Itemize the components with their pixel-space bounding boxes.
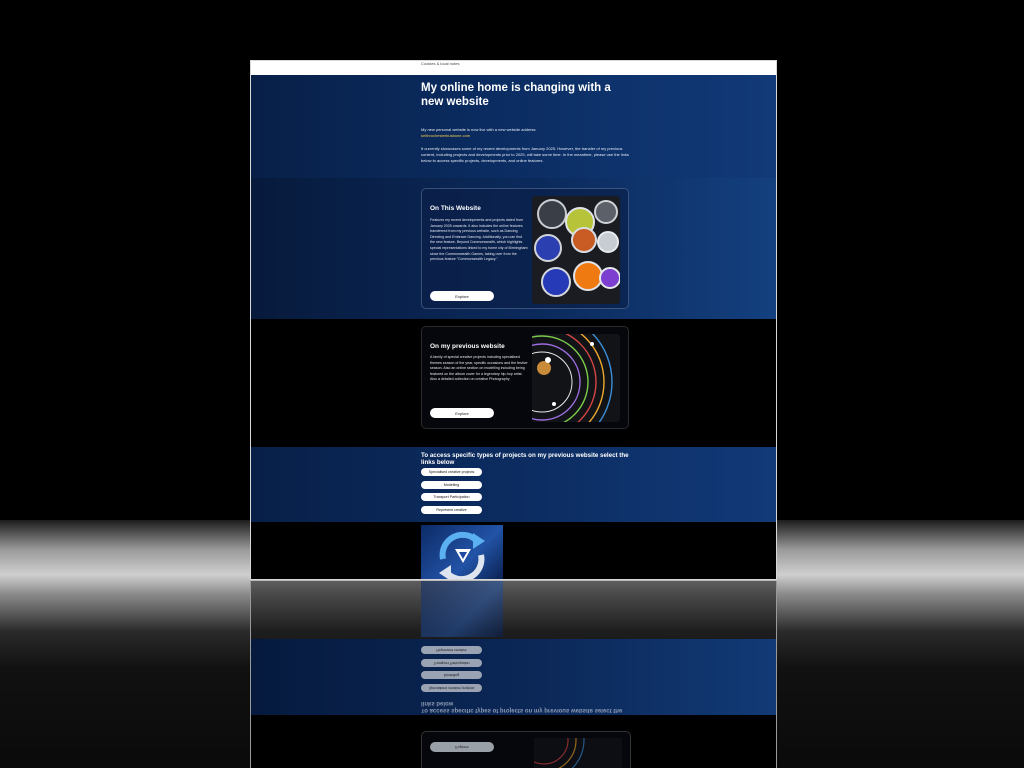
new-website-link[interactable]: keithrochesterbusbone.com (421, 133, 470, 138)
card-title: On This Website (430, 205, 481, 212)
links-heading: To access specific types of projects on … (421, 452, 629, 466)
explore-button[interactable]: Explore (430, 408, 494, 418)
reflection-explore-button: Explore (430, 742, 494, 752)
card-description: Features my recent developments and proj… (430, 218, 528, 262)
paint-pots-image (532, 196, 620, 304)
hero-body: It currently showcases some of my recent… (421, 146, 629, 163)
links-band: To access specific types of projects on … (251, 447, 776, 522)
hero-section: My online home is changing with a new we… (251, 75, 776, 178)
circular-timeline-image (532, 334, 620, 422)
page-reflection: Represent creative Transport Participati… (250, 581, 777, 768)
reflection-pill: Transport Participation (421, 659, 482, 667)
link-modelling[interactable]: Modelling (421, 481, 482, 489)
cookie-text[interactable]: Cookies & local notes (421, 61, 459, 66)
refresh-cycle-logo-icon (421, 525, 503, 579)
card-title: On my previous website (430, 343, 505, 350)
reflection-pill: Represent creative (421, 646, 482, 654)
reflection-card: Explore (421, 699, 631, 768)
reflection-pill: Modelling (421, 671, 482, 679)
page-title: My online home is changing with a new we… (421, 82, 611, 108)
link-represent-creative[interactable]: Represent creative (421, 506, 482, 514)
card-description: A family of special creative projects in… (430, 355, 528, 382)
logo-band (251, 522, 776, 579)
circular-timeline-image (503, 699, 622, 768)
explore-button[interactable]: Explore (430, 291, 494, 301)
reflection-pill: Specialised creative projects (421, 684, 482, 692)
card-on-this-website: On This Website Features my recent devel… (421, 188, 629, 309)
reflection-band (251, 581, 776, 639)
cookie-bar: Cookies & local notes (251, 61, 776, 75)
link-transport-participation[interactable]: Transport Participation (421, 493, 482, 501)
refresh-cycle-logo-icon (421, 581, 503, 637)
link-specialised-creative-projects[interactable]: Specialised creative projects (421, 468, 482, 476)
reflection-heading: To access specific types of projects on … (421, 700, 623, 713)
website-preview: Cookies & local notes To access specific… (250, 60, 777, 580)
card-previous-website: On my previous website A family of speci… (421, 326, 629, 429)
